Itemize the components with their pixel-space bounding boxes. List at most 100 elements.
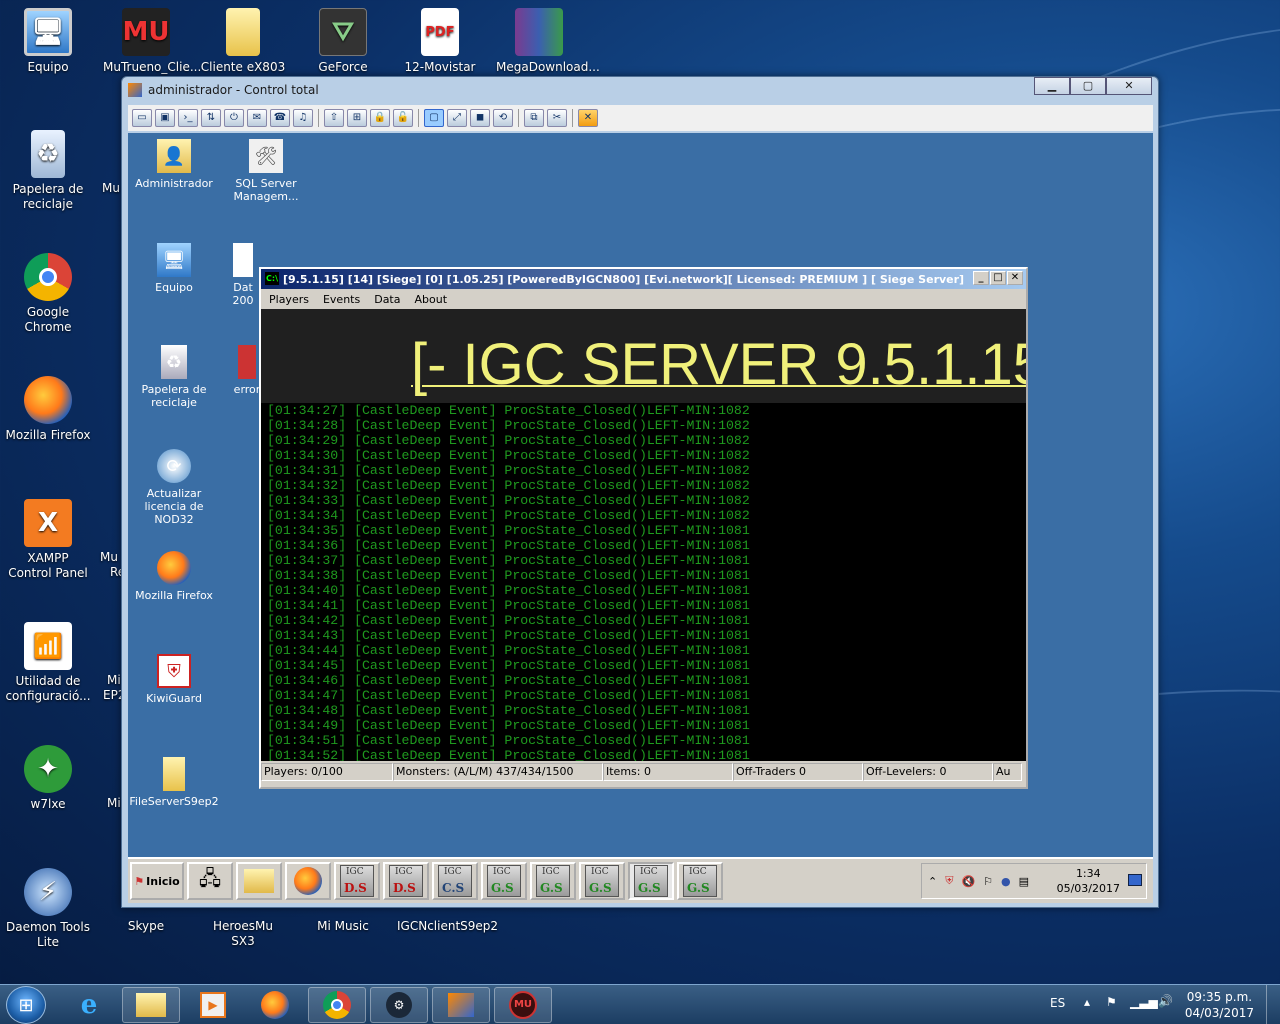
- desktop-icon-firefox[interactable]: Mozilla Firefox: [5, 376, 91, 443]
- remote-clock[interactable]: 1:34 05/03/2017: [1057, 866, 1120, 896]
- lock-icon[interactable]: 🔒: [370, 109, 390, 127]
- remote-taskbar-firefox[interactable]: [285, 862, 331, 900]
- server-minimize-button[interactable]: _: [973, 271, 989, 285]
- desktop-icon-chrome[interactable]: Google Chrome: [5, 253, 91, 335]
- disconnect-icon[interactable]: ✕: [578, 109, 598, 127]
- remote-taskbar-igc-gs[interactable]: IGC G.S: [481, 862, 527, 900]
- remote-icon-label: Dat 200: [232, 281, 254, 307]
- server-maximize-button[interactable]: □: [990, 271, 1006, 285]
- tray-expand-icon[interactable]: ▴: [1084, 995, 1090, 1009]
- monitor-icon[interactable]: ▭: [132, 109, 152, 127]
- voice-icon[interactable]: ♫: [293, 109, 313, 127]
- desktop-icon-xampp[interactable]: X XAMPP Control Panel: [5, 499, 91, 581]
- minimize-button[interactable]: ▁: [1034, 77, 1070, 95]
- desktop-icon-mi-music[interactable]: Mi Music: [300, 919, 386, 934]
- menu-data[interactable]: Data: [374, 293, 400, 306]
- desktop-icon-megadownload[interactable]: MegaDownload...: [496, 8, 600, 75]
- remote-taskbar-igc-gs-active[interactable]: IGC G.S: [628, 862, 674, 900]
- menu-about[interactable]: About: [414, 293, 447, 306]
- window-icon[interactable]: ◼: [470, 109, 490, 127]
- fullscreen-icon[interactable]: ▢: [424, 109, 444, 127]
- desktop-icon-igcnclient[interactable]: IGCNclientS9ep2: [397, 919, 498, 934]
- partial-label: Mu: [102, 181, 120, 195]
- desktop-icon-equipo[interactable]: 🖥 Equipo: [5, 8, 91, 75]
- remote-icon-error[interactable]: error: [232, 345, 262, 396]
- close-button[interactable]: ✕: [1106, 77, 1152, 95]
- remote-taskbar-explorer[interactable]: [236, 862, 282, 900]
- remote-taskbar-server-manager[interactable]: 🖧: [187, 862, 233, 900]
- desktop-icon-daemon-tools[interactable]: ⚡ Daemon Tools Lite: [5, 868, 91, 950]
- taskbar-mu-game[interactable]: MU: [494, 987, 552, 1023]
- remote-icon-nod32[interactable]: ⟳ Actualizar licencia de NOD32: [126, 449, 222, 526]
- tray-expand-icon[interactable]: ⌃: [928, 875, 937, 888]
- remote-system-tray: ⌃ ⛨ 🔇 ⚐ ● ▤ 1:34 05/03/2017: [921, 863, 1147, 899]
- remote-taskbar-igc-gs[interactable]: IGC G.S: [677, 862, 723, 900]
- remote-icon-firefox[interactable]: Mozilla Firefox: [126, 551, 222, 602]
- menu-players[interactable]: Players: [269, 293, 309, 306]
- phone-icon[interactable]: ☎: [270, 109, 290, 127]
- log-line: [01:34:31] [CastleDeep Event] ProcState_…: [267, 463, 1026, 478]
- remote-taskbar-igc-cs[interactable]: IGC C.S: [432, 862, 478, 900]
- volume-muted-icon[interactable]: 🔇: [961, 875, 975, 888]
- system-clock[interactable]: 09:35 p.m. 04/03/2017: [1185, 989, 1254, 1021]
- stretch-icon[interactable]: ⤢: [447, 109, 467, 127]
- taskbar-remote-control[interactable]: [432, 987, 490, 1023]
- taskbar-media-player[interactable]: ▶: [184, 987, 242, 1023]
- remote-taskbar-igc-ds[interactable]: IGC D.S: [383, 862, 429, 900]
- volume-icon[interactable]: 🔊: [1158, 994, 1173, 1008]
- taskbar-steam[interactable]: ⚙: [370, 987, 428, 1023]
- upload-icon[interactable]: ⇧: [324, 109, 344, 127]
- taskbar-ie[interactable]: e: [60, 987, 118, 1023]
- sessions-icon[interactable]: ⧉: [524, 109, 544, 127]
- remote-icon-dat[interactable]: Dat 200: [228, 243, 258, 307]
- power-icon[interactable]: ⏻: [224, 109, 244, 127]
- desktop-icon-skype[interactable]: Skype: [103, 919, 189, 934]
- transfer-icon[interactable]: ⇅: [201, 109, 221, 127]
- screen-icon[interactable]: ▣: [155, 109, 175, 127]
- server-log[interactable]: [01:34:27] [CastleDeep Event] ProcState_…: [261, 403, 1026, 761]
- unlock-icon[interactable]: 🔓: [393, 109, 413, 127]
- taskbar-firefox[interactable]: [246, 987, 304, 1023]
- scale-icon[interactable]: ⟲: [493, 109, 513, 127]
- remote-icon-fileserver[interactable]: FileServerS9ep2: [126, 757, 222, 808]
- remote-taskbar-igc-gs[interactable]: IGC G.S: [530, 862, 576, 900]
- network-status-icon[interactable]: ●: [1001, 875, 1011, 888]
- desktop-icon-heroesmu[interactable]: HeroesMu SX3: [200, 919, 286, 949]
- remote-taskbar-igc-gs[interactable]: IGC G.S: [579, 862, 625, 900]
- network-icon[interactable]: ⊞: [347, 109, 367, 127]
- remote-window-titlebar[interactable]: administrador - Control total: [122, 77, 1158, 103]
- server-close-button[interactable]: ✕: [1007, 271, 1023, 285]
- flag-icon[interactable]: ⚐: [983, 875, 993, 888]
- tools-icon[interactable]: ✂: [547, 109, 567, 127]
- shield-icon[interactable]: ⛨: [945, 874, 953, 888]
- show-desktop-icon[interactable]: [1128, 874, 1142, 886]
- chat-icon[interactable]: ✉: [247, 109, 267, 127]
- desktop-icon-mutrueno[interactable]: MU MuTrueno_Clie...: [103, 8, 201, 75]
- remote-icon-equipo[interactable]: 🖥 Equipo: [126, 243, 222, 294]
- log-event: [CastleDeep Event] ProcState_Closed()LEF…: [354, 508, 719, 523]
- language-indicator[interactable]: ES: [1050, 996, 1065, 1010]
- server-icon[interactable]: ▤: [1019, 875, 1029, 888]
- desktop-icon-movistar[interactable]: PDF 12-Movistar: [397, 8, 483, 75]
- desktop-icon-geforce[interactable]: ⛛ GeForce: [300, 8, 386, 75]
- remote-icon-sql-server[interactable]: 🛠 SQL Server Managem...: [218, 139, 314, 203]
- desktop-icon-w7lxe[interactable]: ✦ w7lxe: [5, 745, 91, 812]
- desktop-icon-recycle-bin[interactable]: ♻ Papelera de reciclaje: [5, 130, 91, 212]
- server-titlebar[interactable]: C:\ [9.5.1.15] [14] [Siege] [0] [1.05.25…: [261, 269, 1026, 289]
- terminal-icon[interactable]: ›_: [178, 109, 198, 127]
- desktop-icon-cliente[interactable]: Cliente eX803: [200, 8, 286, 75]
- show-desktop-button[interactable]: [1266, 985, 1280, 1024]
- remote-icon-administrador[interactable]: 👤 Administrador: [126, 139, 222, 190]
- remote-icon-recycle-bin[interactable]: ♻ Papelera de reciclaje: [126, 345, 222, 409]
- taskbar-chrome[interactable]: [308, 987, 366, 1023]
- desktop-icon-utilidad[interactable]: 📶 Utilidad de configuració...: [5, 622, 91, 704]
- start-orb[interactable]: ⊞: [6, 986, 46, 1024]
- maximize-button[interactable]: ▢: [1070, 77, 1106, 95]
- remote-icon-kiwiguard[interactable]: ⛨ KiwiGuard: [126, 654, 222, 705]
- remote-taskbar-igc-ds[interactable]: IGC D.S: [334, 862, 380, 900]
- taskbar-explorer[interactable]: [122, 987, 180, 1023]
- action-center-flag-icon[interactable]: ⚑: [1106, 995, 1117, 1009]
- menu-events[interactable]: Events: [323, 293, 360, 306]
- signal-icon[interactable]: ▁▃▅: [1130, 995, 1158, 1009]
- remote-start-button[interactable]: ⚑ Inicio: [130, 862, 184, 900]
